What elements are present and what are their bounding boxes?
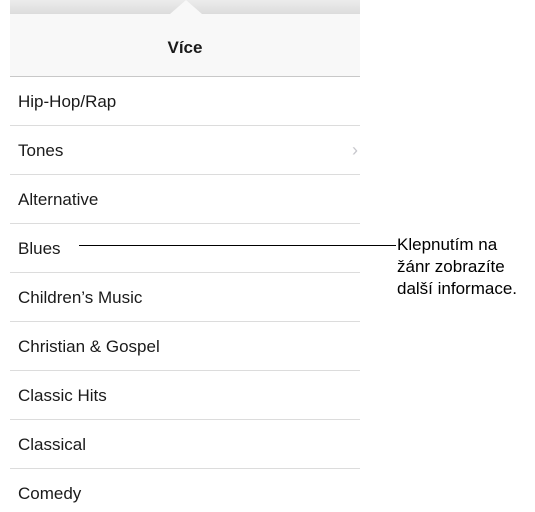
popover-arrow (170, 0, 202, 14)
callout-line-1: Klepnutím na (397, 235, 498, 254)
list-item-label: Comedy (18, 484, 82, 503)
genre-list: Hip-Hop/Rap Tones › Alternative Blues Ch… (10, 77, 360, 512)
list-item-alternative[interactable]: Alternative (10, 175, 360, 224)
list-item-label: Alternative (18, 190, 99, 209)
list-item-label: Tones (18, 141, 64, 160)
list-item-label: Christian & Gospel (18, 337, 160, 356)
list-item-label: Classic Hits (18, 386, 107, 405)
list-item-label: Hip-Hop/Rap (18, 92, 117, 111)
list-item-christian-gospel[interactable]: Christian & Gospel (10, 322, 360, 371)
callout-line-2: žánr zobrazíte (397, 257, 505, 276)
page-title: Více (167, 38, 203, 57)
callout-line-3: další informace. (397, 279, 517, 298)
list-item-classical[interactable]: Classical (10, 420, 360, 469)
list-item-label: Blues (18, 239, 61, 258)
list-item-comedy[interactable]: Comedy (10, 469, 360, 512)
callout-text: Klepnutím na žánr zobrazíte další inform… (397, 234, 533, 300)
list-item-blues[interactable]: Blues (10, 224, 360, 273)
list-item-label: Children’s Music (18, 288, 143, 307)
list-item-hip-hop-rap[interactable]: Hip-Hop/Rap (10, 77, 360, 126)
list-item-classic-hits[interactable]: Classic Hits (10, 371, 360, 420)
list-item-childrens-music[interactable]: Children’s Music (10, 273, 360, 322)
popover-header: Více (10, 14, 360, 77)
genre-popover: Více Hip-Hop/Rap Tones › Alternative Blu… (10, 0, 360, 512)
list-item-label: Classical (18, 435, 87, 454)
chevron-right-icon: › (352, 140, 358, 160)
list-item-tones[interactable]: Tones › (10, 126, 360, 175)
callout-leader-line (79, 245, 396, 246)
